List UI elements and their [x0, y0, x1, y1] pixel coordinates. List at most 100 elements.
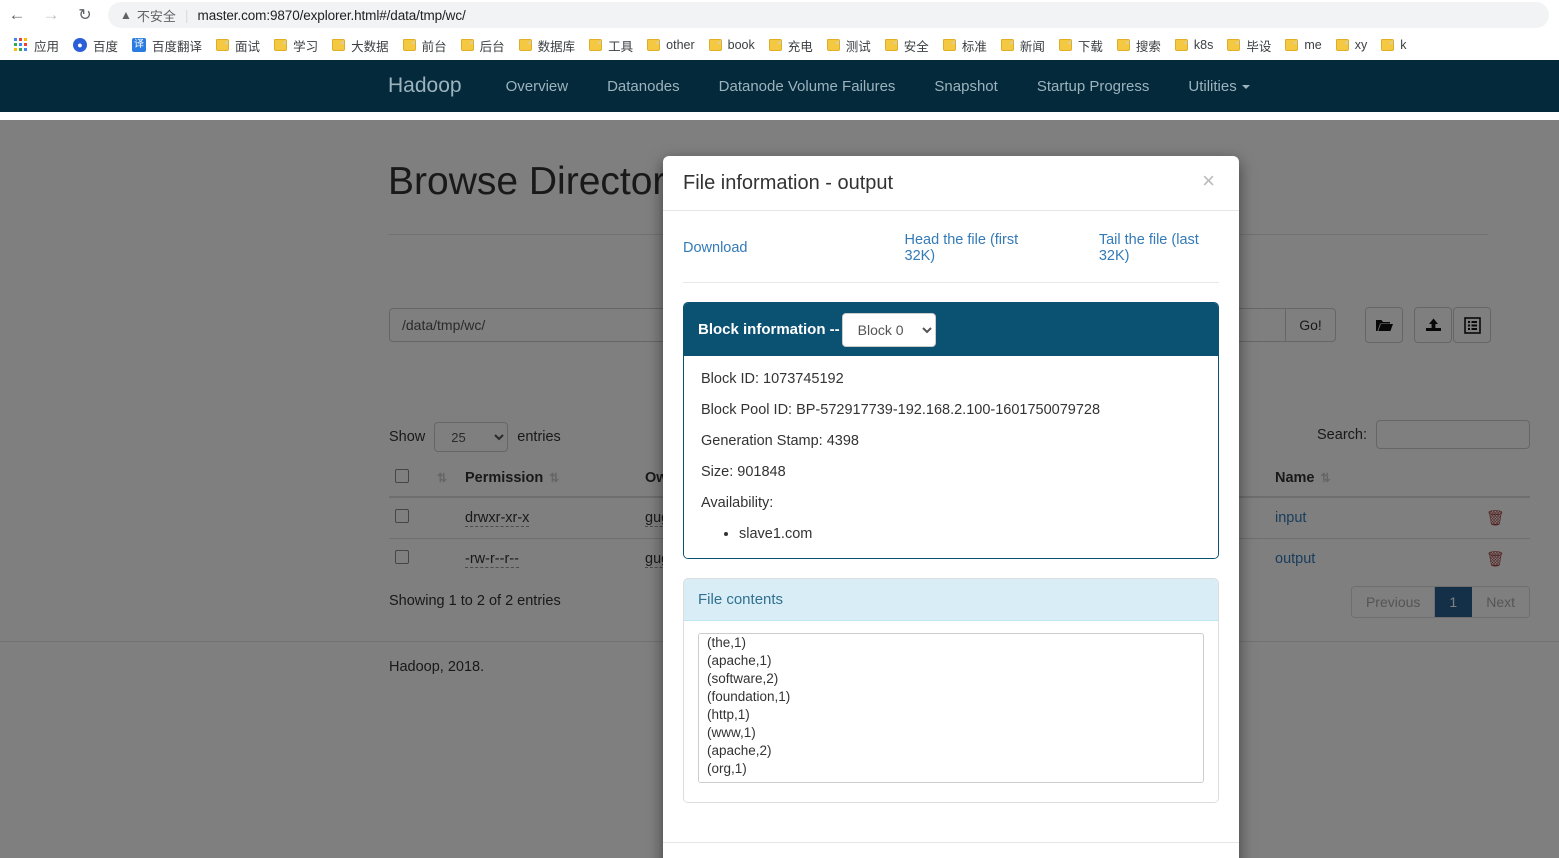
folder-icon — [1285, 39, 1299, 51]
bookmark-label: k8s — [1193, 38, 1214, 52]
bookmark-folder[interactable]: 后台 — [455, 33, 511, 57]
folder-icon — [402, 39, 416, 51]
nav-overview[interactable]: Overview — [506, 78, 569, 95]
bookmark-folder[interactable]: k8s — [1169, 33, 1219, 57]
hadoop-navbar: Hadoop Overview Datanodes Datanode Volum… — [0, 60, 1559, 112]
folder-icon — [708, 39, 722, 51]
modal-body: Download Head the file (first 32K) Tail … — [663, 211, 1239, 842]
browser-toolbar: ← → ↻ ▲ 不安全 | master.com:9870/explorer.h… — [0, 0, 1559, 30]
folder-icon — [1174, 39, 1188, 51]
folder-icon — [216, 39, 230, 51]
block-select[interactable]: Block 0 — [841, 312, 936, 347]
block-information-header: Block information -- Block 0 — [684, 303, 1218, 356]
bookmark-folder[interactable]: xy — [1330, 33, 1374, 57]
bookmark-label: 数据库 — [537, 39, 576, 54]
file-contents-textarea[interactable] — [698, 633, 1204, 783]
security-label: 不安全 — [136, 8, 176, 24]
bookmark-folder[interactable]: 充电 — [763, 33, 819, 57]
modal-header: File information - output × — [663, 156, 1239, 211]
folder-icon — [647, 39, 661, 51]
nav-datanodes[interactable]: Datanodes — [607, 78, 680, 95]
block-size: Size: 901848 — [701, 464, 786, 480]
bookmark-label: 应用 — [34, 39, 60, 54]
head-file-link[interactable]: Head the file (first 32K) — [905, 232, 1037, 264]
folder-icon — [1335, 39, 1349, 51]
bookmark-folder[interactable]: 面试 — [210, 33, 266, 57]
folder-icon — [274, 39, 288, 51]
bookmark-label: 标准 — [961, 39, 987, 54]
nav-utilities[interactable]: Utilities — [1188, 77, 1250, 95]
folder-icon — [1000, 39, 1014, 51]
bookmark-label: 大数据 — [351, 39, 389, 54]
reload-icon[interactable]: ↻ — [68, 1, 102, 29]
close-x-icon[interactable]: × — [1196, 169, 1221, 193]
nav-datanode-volume-failures[interactable]: Datanode Volume Failures — [719, 78, 896, 95]
bookmark-baidu[interactable]: ● 百度 — [67, 33, 124, 57]
bookmark-folder[interactable]: k — [1375, 33, 1412, 57]
forward-arrow-icon[interactable]: → — [34, 1, 68, 29]
bookmark-folder[interactable]: 毕设 — [1221, 33, 1277, 57]
bookmark-label: 学习 — [293, 39, 319, 54]
bookmark-label: 前台 — [421, 39, 447, 54]
bookmarks-bar: 应用 ● 百度 译 百度翻译 面试 学习 大数据 前台 后台 数据库 工具 ot… — [0, 30, 1559, 60]
bookmark-folder[interactable]: book — [703, 33, 761, 57]
bookmark-folder[interactable]: 工具 — [583, 33, 639, 57]
folder-icon — [1058, 39, 1072, 51]
bookmark-label: 安全 — [903, 39, 929, 54]
block-information-label: Block information -- — [698, 321, 840, 338]
bookmark-label: 工具 — [608, 39, 634, 54]
bookmark-folder[interactable]: 数据库 — [513, 33, 582, 57]
folder-icon — [332, 39, 346, 51]
url-text: master.com:9870/explorer.html#/data/tmp/… — [197, 7, 466, 23]
file-contents-panel: File contents — [683, 578, 1219, 803]
back-arrow-icon[interactable]: ← — [0, 1, 34, 29]
bookmark-label: 面试 — [235, 39, 261, 54]
hadoop-brand[interactable]: Hadoop — [388, 74, 462, 98]
folder-icon — [826, 39, 840, 51]
nav-snapshot[interactable]: Snapshot — [934, 78, 997, 95]
bookmark-baidu-fanyi[interactable]: 译 百度翻译 — [126, 33, 208, 57]
bookmark-label: 充电 — [787, 39, 813, 54]
folder-icon — [460, 39, 474, 51]
bookmark-folder[interactable]: me — [1279, 33, 1327, 57]
bookmark-folder[interactable]: 新闻 — [995, 33, 1051, 57]
folder-icon — [518, 39, 532, 51]
bookmark-label: k — [1400, 38, 1407, 52]
generation-stamp: Generation Stamp: 4398 — [701, 433, 859, 449]
browser-chrome: ← → ↻ ▲ 不安全 | master.com:9870/explorer.h… — [0, 0, 1559, 60]
bookmark-label: 后台 — [479, 39, 505, 54]
file-actions: Download Head the file (first 32K) Tail … — [683, 229, 1219, 283]
bookmark-folder[interactable]: 下载 — [1053, 33, 1109, 57]
folder-icon — [1116, 39, 1130, 51]
bookmark-apps[interactable]: 应用 — [8, 33, 65, 57]
bookmark-folder[interactable]: other — [641, 33, 701, 57]
file-contents-header: File contents — [684, 579, 1218, 621]
bookmark-folder[interactable]: 标准 — [937, 33, 993, 57]
bookmark-folder[interactable]: 学习 — [268, 33, 324, 57]
bookmark-label: 测试 — [845, 39, 871, 54]
address-bar[interactable]: ▲ 不安全 | master.com:9870/explorer.html#/d… — [108, 2, 1549, 28]
chevron-down-icon — [1241, 84, 1250, 89]
bookmark-folder[interactable]: 前台 — [397, 33, 453, 57]
nav-startup-progress[interactable]: Startup Progress — [1037, 78, 1150, 95]
modal-footer: Close — [663, 842, 1239, 858]
bookmark-label: 毕设 — [1246, 39, 1272, 54]
availability-host: slave1.com — [739, 526, 1201, 542]
block-information-panel: Block information -- Block 0 Block ID: 1… — [683, 302, 1219, 559]
bookmark-folder[interactable]: 测试 — [821, 33, 877, 57]
nav-utilities-label: Utilities — [1188, 77, 1237, 95]
baidu-icon: ● — [73, 38, 88, 52]
download-link[interactable]: Download — [683, 240, 748, 256]
folder-icon — [884, 39, 898, 51]
folder-icon — [1227, 39, 1241, 51]
tail-file-link[interactable]: Tail the file (last 32K) — [1099, 232, 1219, 264]
bookmark-folder[interactable]: 搜索 — [1111, 33, 1167, 57]
bookmark-folder[interactable]: 大数据 — [326, 33, 395, 57]
bookmark-folder[interactable]: 安全 — [879, 33, 935, 57]
fanyi-icon: 译 — [132, 38, 147, 52]
bookmark-label: xy — [1354, 38, 1368, 52]
bookmark-label: 搜索 — [1135, 39, 1161, 54]
warning-triangle-icon: ▲ — [120, 8, 132, 22]
block-pool-id: Block Pool ID: BP-572917739-192.168.2.10… — [701, 402, 1101, 418]
hadoop-explorer-page: Hadoop Overview Datanodes Datanode Volum… — [0, 60, 1559, 858]
